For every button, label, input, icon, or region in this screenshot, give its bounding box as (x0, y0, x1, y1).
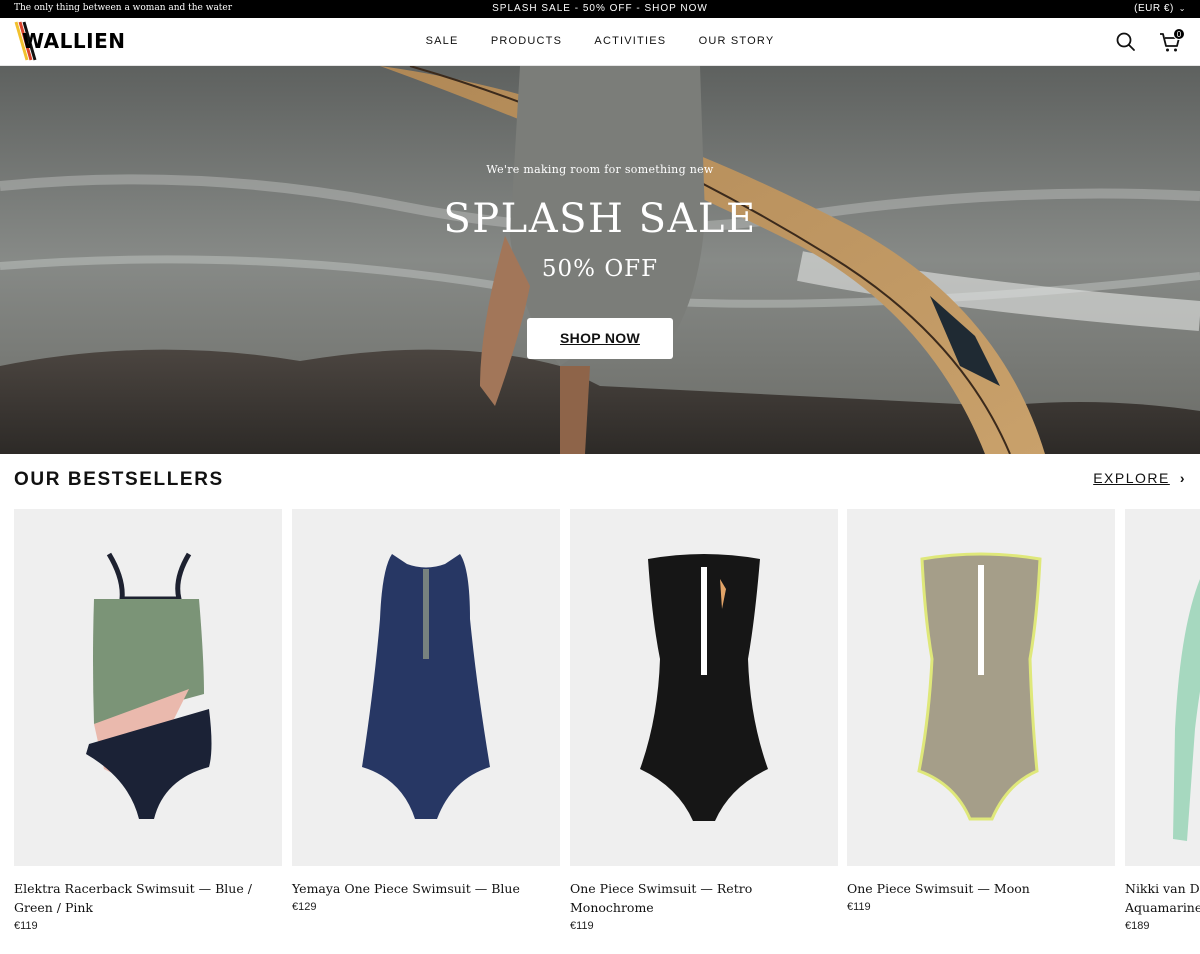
product-price: €119 (570, 920, 594, 932)
product-image[interactable] (14, 509, 282, 866)
swimsuit-image (640, 554, 768, 821)
bestsellers-heading: OUR BESTSELLERS (14, 469, 224, 490)
nav-item-our-story[interactable]: OUR STORY (699, 35, 775, 47)
currency-selector[interactable]: (EUR €) ⌄ (1134, 3, 1186, 14)
search-icon[interactable] (1114, 30, 1138, 54)
product-card[interactable]: Yemaya One Piece Swimsuit — Blue €129 (292, 509, 560, 913)
shop-now-button[interactable]: SHOP NOW (527, 318, 673, 359)
product-name[interactable]: Nikki van Dijl Aquamarine G (1125, 879, 1200, 917)
product-name[interactable]: Yemaya One Piece Swimsuit — Blue (292, 879, 554, 898)
product-price: €129 (292, 901, 317, 913)
explore-link[interactable]: EXPLORE › (1093, 470, 1186, 486)
product-card[interactable]: One Piece Swimsuit — Retro Monochrome €1… (570, 509, 838, 932)
cart-button[interactable]: 0 (1158, 28, 1185, 54)
currency-label: (EUR €) (1134, 3, 1174, 14)
nav-item-products[interactable]: PRODUCTS (491, 35, 562, 47)
product-card[interactable]: One Piece Swimsuit — Moon €119 (847, 509, 1115, 913)
hero-subtitle: We're making room for something new (486, 163, 714, 176)
product-name[interactable]: One Piece Swimsuit — Moon (847, 879, 1109, 898)
product-image[interactable] (570, 509, 838, 866)
swimsuit-image (1173, 579, 1200, 841)
product-card[interactable]: Elektra Racerback Swimsuit — Blue / Gree… (14, 509, 282, 932)
product-price: €189 (1125, 920, 1150, 932)
product-image[interactable] (847, 509, 1115, 866)
product-card[interactable]: Nikki van Dijl Aquamarine G €189 (1125, 509, 1200, 932)
promo-link[interactable]: SPLASH SALE - 50% OFF - SHOP NOW (492, 3, 708, 14)
swimsuit-image (86, 552, 212, 819)
announcement-bar: The only thing between a woman and the w… (0, 0, 1200, 18)
site-header: WALLIEN SALE PRODUCTS ACTIVITIES OUR STO… (0, 18, 1200, 66)
cart-count-badge: 0 (1173, 28, 1185, 40)
product-price: €119 (847, 901, 871, 913)
product-price: €119 (14, 920, 38, 932)
product-image[interactable] (292, 509, 560, 866)
explore-label: EXPLORE (1093, 470, 1170, 486)
chevron-down-icon: ⌄ (1178, 4, 1186, 13)
swimsuit-image (362, 554, 490, 819)
hero-discount: 50% OFF (541, 256, 659, 282)
chevron-right-icon: › (1179, 470, 1186, 486)
product-image[interactable] (1125, 509, 1200, 866)
hero-banner: We're making room for something new SPLA… (0, 66, 1200, 454)
nav-item-sale[interactable]: SALE (426, 35, 459, 47)
promo-banner: SPLASH SALE - 50% OFF - SHOP NOW (0, 3, 1200, 14)
swimsuit-image (917, 552, 1042, 821)
main-nav: SALE PRODUCTS ACTIVITIES OUR STORY (0, 35, 1200, 47)
hero-title: SPLASH SALE (443, 196, 757, 242)
product-name[interactable]: One Piece Swimsuit — Retro Monochrome (570, 879, 832, 917)
product-name[interactable]: Elektra Racerback Swimsuit — Blue / Gree… (14, 879, 276, 917)
nav-item-activities[interactable]: ACTIVITIES (594, 35, 666, 47)
